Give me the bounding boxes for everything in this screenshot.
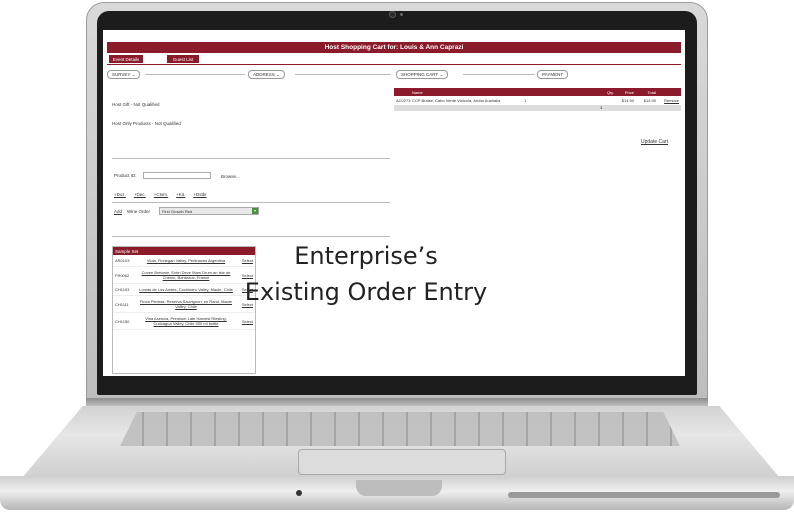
cart-total-qty: 1 bbox=[600, 105, 603, 110]
cart-item-name: CCP Braise, Cabo Verde Vinicola, Aruba A… bbox=[412, 98, 501, 103]
divider bbox=[112, 202, 390, 203]
add-kit-link[interactable]: +Kit. bbox=[176, 192, 185, 197]
host-only-products-status: Host Only Products - Not Qualified bbox=[112, 121, 181, 126]
cart-total: $14.90 bbox=[643, 98, 656, 103]
tab-event-details[interactable]: Event Details bbox=[109, 55, 143, 63]
add-dec-link[interactable]: +Dec. bbox=[134, 192, 146, 197]
dropdown-arrow-icon: ▾ bbox=[252, 208, 258, 214]
chevron-down-icon: ⌄ bbox=[439, 71, 444, 77]
optical-drive-slot bbox=[508, 492, 780, 498]
survey-section-button[interactable]: SURVEY ⌄ bbox=[107, 70, 141, 79]
remove-link[interactable]: Remove bbox=[656, 98, 681, 103]
add-wine-link[interactable]: Add bbox=[114, 209, 122, 214]
add-custom-link[interactable]: +Ctsm. bbox=[154, 192, 168, 197]
section-divider bbox=[145, 74, 245, 75]
tab-label: Guest List bbox=[172, 56, 194, 62]
cart-row: AC0273 CCP Braise, Cabo Verde Vinicola, … bbox=[394, 96, 681, 105]
section-label: SHOPPING CART bbox=[401, 72, 439, 77]
caption-line-1: Enterprise’s bbox=[294, 242, 438, 270]
host-gift-status: Host Gift - Not Qualified bbox=[112, 102, 160, 107]
section-divider bbox=[295, 74, 391, 75]
caption-line-2: Existing Order Entry bbox=[244, 278, 488, 306]
select-link[interactable]: Select bbox=[235, 319, 253, 324]
lid-notch bbox=[356, 480, 442, 496]
sample-sku: AR0103 bbox=[115, 258, 130, 263]
cart-table-header: Name Qty. Price Total bbox=[394, 88, 681, 96]
sample-desc[interactable]: Vina Asencia, Premium Late Harvest Riesl… bbox=[137, 316, 235, 326]
sample-sku: CH1150 bbox=[115, 318, 130, 324]
section-label: SURVEY bbox=[112, 72, 131, 77]
address-section-button[interactable]: ADDRESS ⌄ bbox=[248, 70, 285, 79]
camera-led-icon bbox=[400, 13, 403, 16]
cart-sku: AC0273 bbox=[396, 98, 411, 103]
header-divider bbox=[107, 64, 681, 65]
browse-button[interactable]: Browse... bbox=[221, 174, 240, 179]
wine-order-selected: First Growth Red bbox=[162, 208, 193, 214]
laptop-screen: Host Shopping Cart for: Louis & Ann Capr… bbox=[103, 30, 685, 376]
cart-title-bar: Host Shopping Cart for: Louis & Ann Capr… bbox=[107, 42, 681, 53]
sample-sku: CH1103 bbox=[115, 287, 130, 292]
wine-order-label: Wine Order bbox=[127, 209, 151, 214]
sample-sku: FR0062 bbox=[115, 272, 130, 278]
list-item: CH1150 Vina Asencia, Premium Late Harves… bbox=[113, 313, 255, 330]
webcam-icon bbox=[389, 11, 396, 18]
section-label: ADDRESS bbox=[253, 72, 275, 77]
keyboard bbox=[120, 412, 680, 446]
quick-add-links: +Doz. +Dec. +Ctsm. +Kit. +Dstbr bbox=[114, 192, 207, 197]
shopping-cart-section-button[interactable]: SHOPPING CART ⌄ bbox=[396, 70, 449, 79]
wine-order-select[interactable]: First Growth Red ▾ bbox=[159, 207, 259, 215]
sample-set-title: Sample Set bbox=[115, 248, 139, 254]
cart-price: $14.90 bbox=[621, 98, 634, 103]
caption: Enterprise’s Existing Order Entry bbox=[196, 238, 536, 310]
trackpad bbox=[298, 449, 506, 475]
cart-table: Name Qty. Price Total AC0273 CCP Braise,… bbox=[394, 88, 681, 111]
divider bbox=[112, 236, 390, 237]
sample-sku: CH1111 bbox=[115, 301, 129, 307]
add-distributor-link[interactable]: +Dstbr bbox=[193, 192, 206, 197]
add-dozen-link[interactable]: +Doz. bbox=[114, 192, 126, 197]
divider bbox=[112, 158, 390, 159]
product-id-input[interactable] bbox=[143, 172, 211, 179]
tab-label: Event Details bbox=[112, 56, 140, 62]
col-price: Price bbox=[624, 89, 634, 95]
col-qty: Qty. bbox=[606, 89, 614, 95]
tab-guest-list[interactable]: Guest List bbox=[167, 55, 199, 63]
col-total: Total bbox=[647, 89, 656, 95]
power-indicator-icon bbox=[296, 490, 302, 496]
chevron-down-icon: ⌄ bbox=[276, 71, 280, 77]
section-label: PAYMENT bbox=[542, 72, 564, 77]
chevron-down-icon: ⌄ bbox=[131, 71, 136, 77]
page-title: Host Shopping Cart for: Louis & Ann Capr… bbox=[324, 44, 464, 51]
section-divider bbox=[463, 74, 535, 75]
update-cart-button[interactable]: Update Cart bbox=[641, 139, 668, 145]
cart-qty-input[interactable]: 1 bbox=[524, 98, 596, 103]
col-name: Name bbox=[412, 89, 423, 95]
product-id-label: Product ID: bbox=[114, 173, 137, 178]
payment-section-button[interactable]: PAYMENT bbox=[537, 70, 569, 79]
cart-total-row: 1 bbox=[394, 105, 681, 111]
